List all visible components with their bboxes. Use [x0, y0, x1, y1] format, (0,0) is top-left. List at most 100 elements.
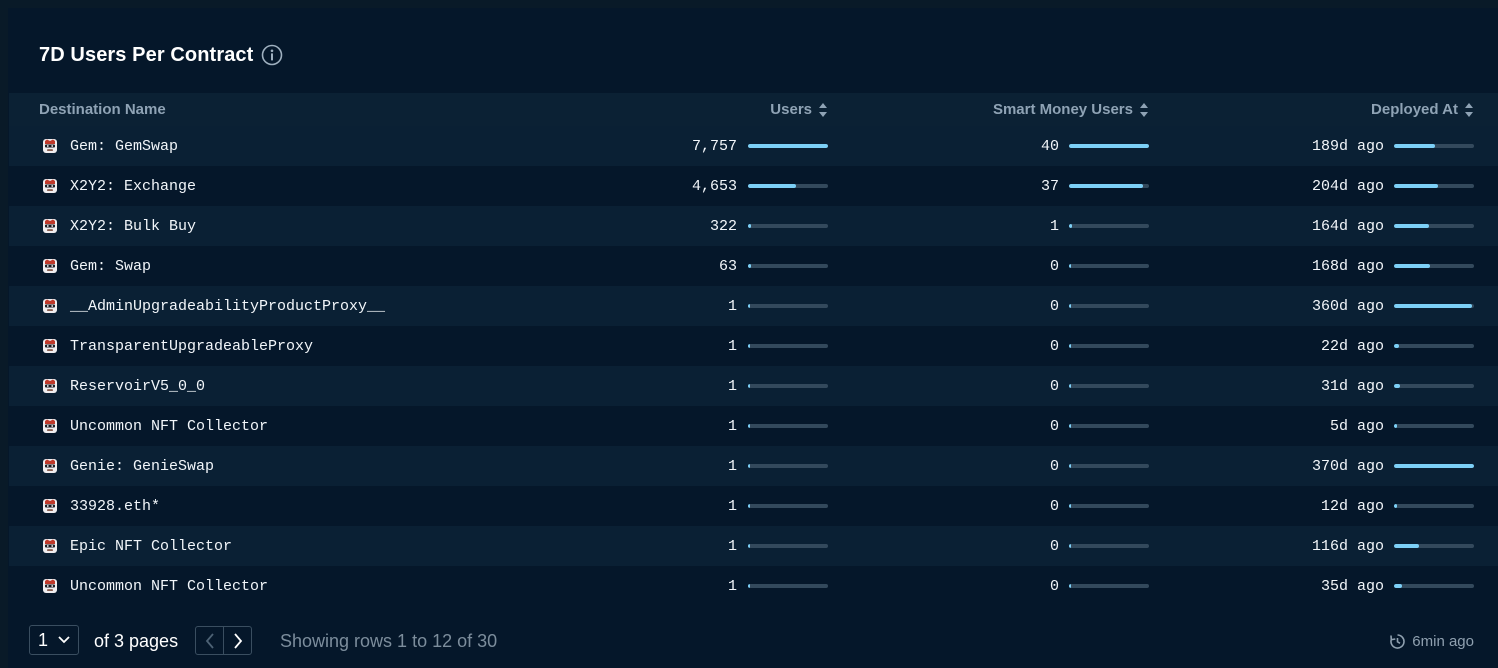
previous-page-button[interactable]	[195, 626, 224, 655]
contract-avatar-icon	[42, 378, 58, 394]
column-header-deployed-label: Deployed At	[1371, 101, 1458, 118]
smart-money-value: 0	[1049, 577, 1059, 595]
users-bar	[748, 344, 828, 348]
users-bar-fill	[748, 464, 750, 468]
destination-name[interactable]: 33928.eth*	[70, 486, 160, 526]
smart-money-bar-fill	[1069, 544, 1071, 548]
destination-name[interactable]: Uncommon NFT Collector	[70, 566, 268, 606]
deployed-value: 164d ago	[1311, 217, 1384, 235]
users-value: 1	[727, 497, 737, 515]
contract-avatar-icon	[42, 418, 58, 434]
rows-summary: Showing rows 1 to 12 of 30	[280, 630, 498, 651]
deployed-bar	[1394, 504, 1474, 508]
deployed-value: 168d ago	[1311, 257, 1384, 275]
deployed-bar	[1394, 264, 1474, 268]
smart-money-bar	[1069, 504, 1149, 508]
smart-money-bar	[1069, 304, 1149, 308]
users-bar	[748, 384, 828, 388]
table-row[interactable]: X2Y2: Exchange 4,653 37 204d ago	[9, 166, 1498, 206]
contract-avatar-icon	[42, 298, 58, 314]
column-header-deployed[interactable]: Deployed At	[1371, 93, 1474, 126]
smart-money-bar-fill	[1069, 344, 1071, 348]
clock-refresh-icon	[1390, 633, 1406, 649]
column-header-users[interactable]: Users	[770, 93, 828, 126]
page-select-value: 1	[38, 629, 49, 650]
smart-money-bar-fill	[1069, 264, 1071, 268]
users-bar	[748, 184, 828, 188]
users-bar	[748, 264, 828, 268]
chevron-left-icon	[205, 632, 214, 649]
sort-icon[interactable]	[1464, 102, 1474, 118]
table-row[interactable]: X2Y2: Bulk Buy 322 1 164d ago	[9, 206, 1498, 246]
destination-name[interactable]: Gem: GemSwap	[70, 126, 178, 166]
contract-avatar-icon	[42, 458, 58, 474]
table-row[interactable]: TransparentUpgradeableProxy 1 0 22d ago	[9, 326, 1498, 366]
column-header-name-label: Destination Name	[39, 101, 166, 118]
deployed-bar-fill	[1394, 344, 1399, 348]
table-row[interactable]: Gem: GemSwap 7,757 40 189d ago	[9, 126, 1498, 166]
smart-money-bar	[1069, 224, 1149, 228]
users-bar-fill	[748, 224, 751, 228]
destination-name[interactable]: Epic NFT Collector	[70, 526, 232, 566]
next-page-button[interactable]	[223, 626, 252, 655]
contract-avatar-icon	[42, 218, 58, 234]
deployed-value: 116d ago	[1311, 537, 1384, 555]
smart-money-bar-fill	[1069, 144, 1149, 148]
contract-avatar-icon	[42, 338, 58, 354]
smart-money-bar	[1069, 464, 1149, 468]
page-count: of 3 pages	[94, 630, 179, 651]
destination-name[interactable]: Uncommon NFT Collector	[70, 406, 268, 446]
deployed-bar-fill	[1394, 504, 1397, 508]
table-row[interactable]: Epic NFT Collector 1 0 116d ago	[9, 526, 1498, 566]
smart-money-bar-fill	[1069, 504, 1071, 508]
info-icon[interactable]	[261, 44, 283, 66]
chevron-right-icon	[233, 632, 242, 649]
table-row[interactable]: Uncommon NFT Collector 1 0 35d ago	[9, 566, 1498, 606]
contract-avatar-icon	[42, 578, 58, 594]
smart-money-value: 0	[1049, 297, 1059, 315]
smart-money-bar	[1069, 264, 1149, 268]
smart-money-bar-fill	[1069, 304, 1071, 308]
destination-name[interactable]: X2Y2: Exchange	[70, 166, 196, 206]
table-row[interactable]: Genie: GenieSwap 1 0 370d ago	[9, 446, 1498, 486]
users-value: 7,757	[691, 137, 737, 155]
smart-money-value: 0	[1049, 457, 1059, 475]
table-row[interactable]: ReservoirV5_0_0 1 0 31d ago	[9, 366, 1498, 406]
sort-icon[interactable]	[818, 102, 828, 118]
page-select[interactable]: 1	[29, 625, 79, 655]
users-bar	[748, 464, 828, 468]
table-row[interactable]: Uncommon NFT Collector 1 0 5d ago	[9, 406, 1498, 446]
table-row[interactable]: __AdminUpgradeabilityProductProxy__ 1 0 360…	[9, 286, 1498, 326]
deployed-value: 12d ago	[1320, 497, 1384, 515]
users-value: 4,653	[691, 177, 737, 195]
sort-icon[interactable]	[1139, 102, 1149, 118]
destination-name[interactable]: TransparentUpgradeableProxy	[70, 326, 313, 366]
deployed-bar-fill	[1394, 224, 1429, 228]
smart-money-bar-fill	[1069, 224, 1072, 228]
users-bar-fill	[748, 424, 750, 428]
deployed-bar	[1394, 304, 1474, 308]
smart-money-bar	[1069, 584, 1149, 588]
smart-money-value: 0	[1049, 497, 1059, 515]
users-bar-fill	[748, 264, 751, 268]
column-header-smart-money-label: Smart Money Users	[992, 101, 1133, 118]
panel-header: 7D Users Per Contract	[39, 40, 283, 70]
pagination-footer: 1 of 3 pages Showing rows 1 to 12 of 30 …	[8, 625, 1498, 657]
smart-money-bar	[1069, 344, 1149, 348]
destination-name[interactable]: Genie: GenieSwap	[70, 446, 214, 486]
table-row[interactable]: Gem: Swap 63 0 168d ago	[9, 246, 1498, 286]
destination-name[interactable]: ReservoirV5_0_0	[70, 366, 205, 406]
column-header-smart-money[interactable]: Smart Money Users	[993, 93, 1149, 126]
users-bar-fill	[748, 144, 828, 148]
table-row[interactable]: 33928.eth* 1 0 12d ago	[9, 486, 1498, 526]
destination-name[interactable]: __AdminUpgradeabilityProductProxy__	[70, 286, 385, 326]
contract-avatar-icon	[42, 138, 58, 154]
users-bar	[748, 224, 828, 228]
deployed-value: 22d ago	[1320, 337, 1384, 355]
destination-name[interactable]: X2Y2: Bulk Buy	[70, 206, 196, 246]
users-bar-fill	[748, 304, 750, 308]
smart-money-bar-fill	[1069, 424, 1071, 428]
smart-money-bar-fill	[1069, 384, 1071, 388]
chevron-down-icon	[58, 636, 70, 644]
destination-name[interactable]: Gem: Swap	[70, 246, 151, 286]
